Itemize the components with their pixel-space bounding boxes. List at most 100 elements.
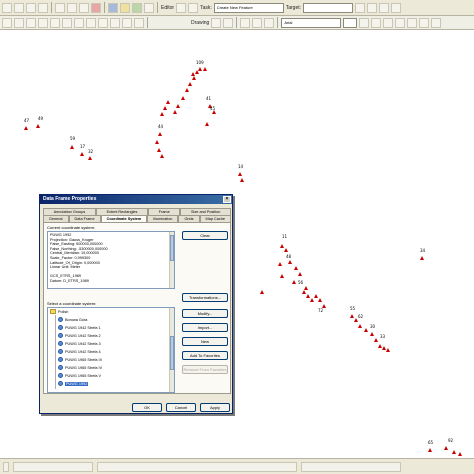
- tab-data-frame[interactable]: Data Frame: [68, 215, 101, 222]
- drawing-menu[interactable]: Drawing: [191, 20, 209, 26]
- arctoolbox-icon[interactable]: [132, 2, 142, 13]
- select-features-icon[interactable]: [74, 17, 84, 28]
- globe-icon: [58, 349, 63, 354]
- remove-from-favorites-button[interactable]: Remove From Favorites: [182, 365, 228, 374]
- task-dropdown[interactable]: Create New Feature: [213, 2, 284, 13]
- fill-color-icon[interactable]: [407, 17, 418, 28]
- coordinate-system-tree[interactable]: Polish Borowa Góra PUWG 1942 Strefa 1 PU…: [47, 307, 175, 393]
- tree-item-folder[interactable]: Polish: [50, 308, 68, 315]
- target-dropdown[interactable]: [303, 2, 354, 13]
- rotate-icon[interactable]: [223, 17, 234, 28]
- transformations-button[interactable]: Transformations...: [182, 293, 228, 302]
- undo-icon[interactable]: [108, 2, 118, 13]
- import-button[interactable]: Import...: [182, 323, 228, 332]
- cut-icon[interactable]: [55, 2, 65, 13]
- apply-button[interactable]: Apply: [200, 403, 230, 412]
- attributes-icon[interactable]: [379, 2, 390, 13]
- line-color-icon[interactable]: [419, 17, 430, 28]
- globe-icon: [58, 373, 63, 378]
- new-icon[interactable]: [2, 2, 12, 13]
- sketch-tool-icon[interactable]: [188, 2, 199, 13]
- status-pane: [97, 461, 297, 472]
- tree-item[interactable]: PUWG 1942 Strefa 1: [58, 324, 101, 331]
- help-icon[interactable]: [144, 2, 154, 13]
- edit-vertices-icon[interactable]: [264, 17, 275, 28]
- editor-menu[interactable]: Editor: [161, 5, 174, 11]
- select-coordinate-system-label: Select a coordinate system:: [47, 301, 97, 306]
- underline-icon[interactable]: [383, 17, 394, 28]
- drawing-toolbar: Drawing Arial: [0, 16, 474, 30]
- tab-map-cache[interactable]: Map Cache: [199, 215, 231, 222]
- map-point: [458, 452, 462, 456]
- tab-coordinate-system[interactable]: Coordinate System: [100, 215, 148, 222]
- details-scrollbar-thumb[interactable]: [170, 235, 174, 261]
- tree-scrollbar-thumb[interactable]: [170, 336, 174, 370]
- clear-button[interactable]: Clear: [182, 231, 228, 240]
- map-point: [370, 332, 374, 336]
- tree-item[interactable]: PUWG 1965 Strefa IV: [58, 364, 102, 371]
- font-dropdown[interactable]: Arial: [281, 17, 342, 28]
- tab-general[interactable]: General: [43, 215, 69, 222]
- delete-icon[interactable]: [91, 2, 101, 13]
- coordinate-system-details[interactable]: PUWG 1992 Projection: Gauss_Kruger False…: [47, 231, 175, 289]
- tab-illumination[interactable]: Illumination: [147, 215, 179, 222]
- tree-item[interactable]: Borowa Góra: [58, 316, 87, 323]
- tree-item[interactable]: PUWG 1942 Strefa 2: [58, 332, 101, 339]
- zoom-out-icon[interactable]: [14, 17, 24, 28]
- select-elements-icon[interactable]: [86, 17, 96, 28]
- tab-grids[interactable]: Grids: [178, 215, 200, 222]
- forward-extent-icon[interactable]: [62, 17, 72, 28]
- tab-extent-rectangles[interactable]: Extent Rectangles: [95, 208, 149, 215]
- zoom-in-icon[interactable]: [2, 17, 12, 28]
- modify-button[interactable]: Modify...: [182, 309, 228, 318]
- measure-icon[interactable]: [122, 17, 132, 28]
- pan-icon[interactable]: [26, 17, 36, 28]
- paste-icon[interactable]: [79, 2, 89, 13]
- close-icon[interactable]: ×: [223, 196, 231, 203]
- italic-icon[interactable]: [371, 17, 382, 28]
- tree-scrollbar[interactable]: [169, 308, 174, 392]
- copy-icon[interactable]: [67, 2, 77, 13]
- tree-item-label: PUWG 1942 Strefa 2: [65, 333, 101, 338]
- rectangle-icon[interactable]: [240, 17, 251, 28]
- save-icon[interactable]: [26, 2, 36, 13]
- hyperlink-icon[interactable]: [134, 17, 144, 28]
- tab-frame[interactable]: Frame: [148, 208, 181, 215]
- print-icon[interactable]: [38, 2, 48, 13]
- details-scrollbar[interactable]: [169, 232, 174, 288]
- font-color-icon[interactable]: [395, 17, 406, 28]
- tree-item-label: PUWG 1992: [65, 381, 89, 386]
- tree-item-label: PUWG 1965 Strefa III: [65, 357, 102, 362]
- tree-item[interactable]: PUWG 1942 Strefa 4: [58, 348, 101, 355]
- tree-item[interactable]: PUWG 1965 Strefa III: [58, 356, 102, 363]
- tab-size-and-position[interactable]: Size and Position: [180, 208, 232, 215]
- find-icon[interactable]: [110, 17, 120, 28]
- text-icon[interactable]: [252, 17, 263, 28]
- ok-button[interactable]: OK: [132, 403, 162, 412]
- tree-item-label: PUWG 1965 Strefa V: [65, 373, 102, 378]
- tree-item[interactable]: PUWG 1965 Strefa V: [58, 372, 101, 379]
- tree-item-selected[interactable]: PUWG 1992: [58, 380, 89, 387]
- open-icon[interactable]: [14, 2, 24, 13]
- tree-item[interactable]: PUWG 1942 Strefa 3: [58, 340, 101, 347]
- identify-icon[interactable]: [98, 17, 108, 28]
- sketch-properties-icon[interactable]: [391, 2, 402, 13]
- font-size-dropdown[interactable]: [343, 17, 358, 28]
- map-point-label: 56: [298, 280, 304, 285]
- add-to-favorites-button[interactable]: Add To Favorites: [182, 351, 228, 360]
- back-extent-icon[interactable]: [50, 17, 60, 28]
- add-data-icon[interactable]: [120, 2, 130, 13]
- cancel-button[interactable]: Cancel: [166, 403, 196, 412]
- map-point-label: 62: [358, 314, 364, 319]
- split-tool-icon[interactable]: [355, 2, 366, 13]
- data-frame-properties-dialog: Data Frame Properties × Annotation Group…: [39, 194, 233, 414]
- rotate-tool-icon[interactable]: [367, 2, 378, 13]
- bold-icon[interactable]: [359, 17, 370, 28]
- full-extent-icon[interactable]: [38, 17, 48, 28]
- edit-tool-icon[interactable]: [176, 2, 187, 13]
- marker-color-icon[interactable]: [431, 17, 442, 28]
- map-point: [318, 298, 322, 302]
- select-pointer-icon[interactable]: [211, 17, 222, 28]
- tab-annotation-groups[interactable]: Annotation Groups: [43, 208, 96, 215]
- new-button[interactable]: New: [182, 337, 228, 346]
